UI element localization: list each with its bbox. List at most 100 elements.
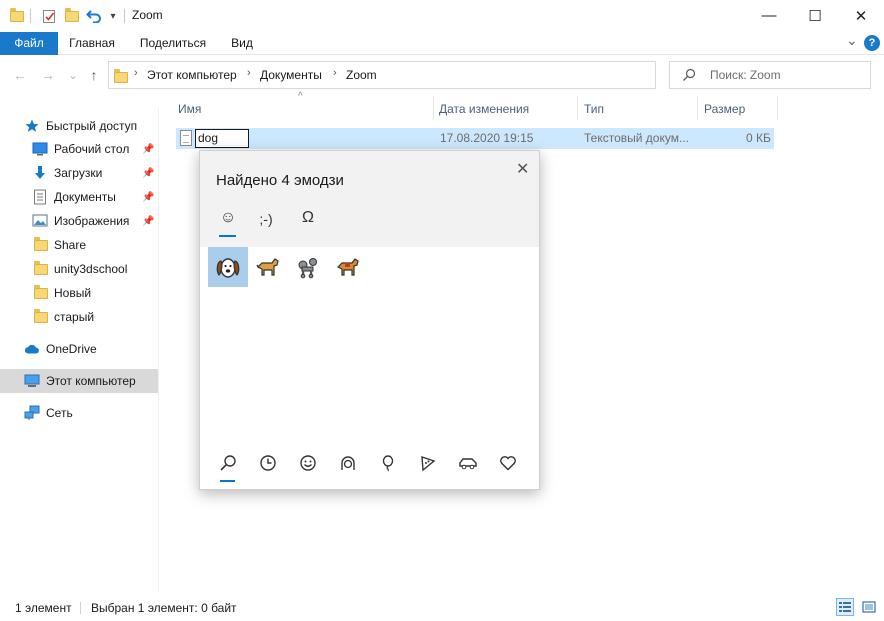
dog-face-icon — [216, 258, 240, 278]
sidebar-item-network[interactable]: Сеть — [0, 401, 158, 425]
sidebar-item-label: Изображения — [54, 214, 130, 228]
tab-file[interactable]: Файл — [0, 32, 58, 55]
folder-icon — [33, 308, 49, 325]
title-separator — [124, 9, 125, 23]
quick-access-dropdown-icon[interactable]: ▾ — [105, 8, 121, 24]
search-input[interactable] — [710, 67, 860, 83]
desktop-icon — [32, 141, 48, 157]
properties-icon[interactable] — [41, 8, 57, 24]
tab-share[interactable]: Поделиться — [134, 32, 212, 55]
kaomoji-tab-icon[interactable]: ;-) — [254, 211, 278, 231]
help-icon[interactable]: ? — [864, 35, 880, 51]
rename-input[interactable]: dog — [195, 129, 249, 148]
smiley-icon[interactable] — [297, 453, 319, 473]
sort-ascending-icon: ^ — [298, 91, 303, 102]
food-icon[interactable] — [417, 453, 439, 473]
minimize-button[interactable]: — — [746, 0, 792, 31]
search-icon — [683, 68, 696, 81]
emoji-result-dog-face[interactable] — [208, 247, 248, 287]
new-folder-icon[interactable] — [64, 7, 80, 24]
heart-icon[interactable] — [497, 453, 519, 473]
title-bar: ▾ Zoom — ☐ ✕ — [0, 0, 884, 32]
ribbon-expand-icon[interactable]: ⌄ — [846, 32, 858, 49]
maximize-button[interactable]: ☐ — [792, 0, 838, 31]
sidebar-item-share[interactable]: Share — [0, 233, 158, 257]
computer-icon — [24, 373, 40, 389]
pictures-icon — [32, 213, 48, 229]
column-header-date[interactable]: Дата изменения — [439, 94, 529, 124]
sidebar-item-unity3dschool[interactable]: unity3dschool — [0, 257, 158, 281]
breadcrumb-this-pc[interactable]: Этот компьютер — [147, 68, 237, 82]
emoji-result-service-dog[interactable] — [328, 247, 368, 287]
sidebar-item-label: unity3dschool — [54, 262, 128, 276]
folder-icon — [9, 7, 25, 24]
column-divider[interactable] — [577, 96, 578, 120]
column-divider[interactable] — [697, 96, 698, 120]
table-row[interactable]: dog 17.08.2020 19:15 Текстовый докум... … — [176, 128, 774, 149]
undo-icon[interactable] — [86, 8, 102, 24]
back-button[interactable]: ← — [10, 65, 30, 85]
sidebar-item-desktop[interactable]: Рабочий стол 📌 — [0, 137, 158, 161]
active-tab-indicator — [219, 235, 236, 237]
breadcrumb-zoom[interactable]: Zoom — [346, 68, 377, 82]
sidebar-item-old[interactable]: старый — [0, 305, 158, 329]
emoji-result-poodle[interactable] — [288, 247, 328, 287]
tab-view[interactable]: Вид — [226, 32, 258, 55]
sidebar-item-pictures[interactable]: Изображения 📌 — [0, 209, 158, 233]
sidebar-item-label: Загрузки — [54, 166, 103, 180]
celebration-icon[interactable] — [377, 453, 399, 473]
folder-icon — [33, 284, 49, 301]
breadcrumb-separator[interactable]: › — [247, 67, 251, 79]
file-type: Текстовый докум... — [584, 131, 689, 145]
window-title: Zoom — [132, 8, 163, 22]
search-box[interactable] — [669, 61, 871, 89]
details-view-icon[interactable] — [836, 598, 854, 616]
sidebar-item-label: Рабочий стол — [54, 142, 130, 156]
breadcrumb-documents[interactable]: Документы — [260, 68, 322, 82]
recent-locations-button[interactable]: ⌄ — [63, 65, 83, 85]
address-bar[interactable]: › Этот компьютер › Документы › Zoom ⌄ ↻ — [108, 61, 755, 89]
column-header-name[interactable]: Имя — [178, 94, 201, 124]
sidebar-item-downloads[interactable]: Загрузки 📌 — [0, 161, 158, 185]
up-button[interactable]: ↑ — [84, 65, 104, 85]
sidebar-item-label: Новый — [54, 286, 92, 300]
pin-icon: 📌 — [142, 215, 155, 227]
sidebar-item-onedrive[interactable]: OneDrive — [0, 337, 158, 361]
service-dog-icon — [336, 258, 359, 276]
navigation-pane: Быстрый доступ Рабочий стол 📌 Загрузки 📌… — [0, 108, 159, 592]
column-header-size[interactable]: Размер — [704, 94, 745, 124]
sidebar-item-label: Этот компьютер — [46, 374, 136, 388]
emoji-panel: Найдено 4 эмодзи ✕ ☺ ;-) Ω — [199, 150, 540, 490]
column-divider[interactable] — [433, 96, 434, 120]
recent-icon[interactable] — [257, 453, 279, 473]
download-icon — [32, 165, 48, 181]
sidebar-item-label: Быстрый доступ — [46, 119, 138, 133]
sidebar-item-documents[interactable]: Документы 📌 — [0, 185, 158, 209]
large-icons-view-icon[interactable] — [860, 598, 878, 616]
sidebar-item-this-pc[interactable]: Этот компьютер — [0, 369, 158, 393]
sidebar-item-new[interactable]: Новый — [0, 281, 158, 305]
close-button[interactable]: ✕ — [838, 0, 884, 31]
search-icon[interactable] — [217, 453, 239, 473]
file-date: 17.08.2020 19:15 — [440, 131, 534, 145]
tab-home[interactable]: Главная — [64, 32, 120, 55]
emoji-tab-icon[interactable]: ☺ — [216, 209, 240, 229]
sidebar-item-label: Сеть — [46, 406, 73, 420]
travel-icon[interactable] — [457, 453, 479, 473]
pin-icon: 📌 — [142, 191, 155, 203]
folder-icon — [33, 236, 49, 253]
status-bar: 1 элемент Выбран 1 элемент: 0 байт — [0, 596, 884, 621]
emoji-panel-header — [200, 151, 539, 247]
breadcrumb-separator[interactable]: › — [333, 67, 337, 79]
people-icon[interactable] — [337, 453, 359, 473]
column-header-type[interactable]: Тип — [584, 94, 604, 124]
symbols-tab-icon[interactable]: Ω — [296, 209, 320, 229]
star-icon — [24, 118, 40, 134]
close-icon[interactable]: ✕ — [516, 159, 529, 179]
forward-button[interactable]: → — [38, 65, 58, 85]
status-separator — [80, 602, 81, 614]
sidebar-item-quick-access[interactable]: Быстрый доступ — [0, 114, 158, 138]
column-divider[interactable] — [777, 96, 778, 120]
breadcrumb-separator[interactable]: › — [134, 67, 138, 79]
emoji-result-dog[interactable] — [248, 247, 288, 287]
